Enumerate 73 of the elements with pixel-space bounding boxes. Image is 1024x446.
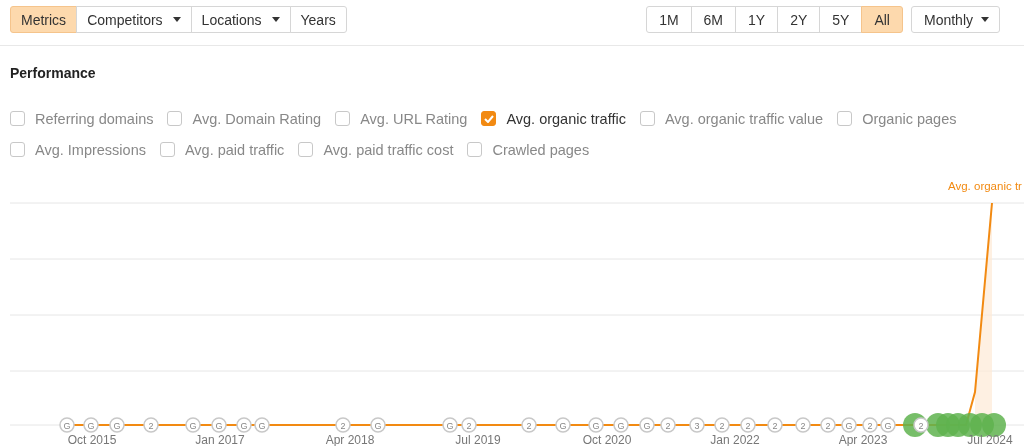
annotation-marker[interactable]: G: [588, 417, 604, 433]
checkbox-label[interactable]: Avg. Domain Rating: [192, 110, 322, 127]
annotation-marker[interactable]: 2: [660, 417, 676, 433]
annotation-marker[interactable]: G: [613, 417, 629, 433]
axis-label: Apr 2018: [325, 433, 375, 446]
view-tab[interactable]: Competitors: [76, 6, 192, 33]
axis-label: Jul 2024: [967, 433, 1013, 446]
annotation-marker[interactable]: 2: [461, 417, 477, 433]
checkbox[interactable]: [159, 142, 175, 157]
range-tab[interactable]: 2Y: [777, 6, 821, 33]
annotation-marker[interactable]: 2: [795, 417, 811, 433]
annotation-marker[interactable]: G: [639, 417, 655, 433]
annotation-marker[interactable]: G: [236, 417, 252, 433]
annotation-marker[interactable]: G: [211, 417, 227, 433]
checkbox-label[interactable]: Referring domains: [35, 110, 154, 127]
axis-label: Jan 2017: [195, 433, 245, 446]
range-tab[interactable]: 5Y: [819, 6, 863, 33]
axis-label: Apr 2023: [838, 433, 888, 446]
checkbox[interactable]: [481, 111, 497, 126]
checkbox[interactable]: [467, 142, 483, 157]
caret-icon: [981, 17, 989, 22]
annotation-marker[interactable]: G: [59, 417, 75, 433]
checkbox[interactable]: [10, 111, 25, 126]
checkbox-label[interactable]: Organic pages: [862, 110, 957, 127]
view-tab[interactable]: Metrics: [10, 6, 78, 33]
section-title: Performance: [10, 65, 97, 81]
series-label: Avg. organic tr: [948, 180, 1022, 192]
annotation-marker[interactable]: 2: [862, 417, 878, 433]
view-tab[interactable]: Years: [289, 6, 347, 33]
checkbox[interactable]: [167, 111, 183, 126]
checkbox-label[interactable]: Avg. paid traffic cost: [323, 141, 454, 158]
annotation-marker[interactable]: G: [185, 417, 201, 433]
checkbox-label[interactable]: Avg. organic traffic value: [664, 110, 824, 127]
checkbox-label[interactable]: Avg. organic traffic: [506, 110, 626, 127]
axis-label: Oct 2015: [67, 433, 117, 446]
annotation-marker[interactable]: G: [880, 417, 896, 433]
annotation-marker[interactable]: 3: [689, 417, 705, 433]
checkbox-label[interactable]: Avg. Impressions: [35, 141, 146, 158]
view-tab[interactable]: Locations: [190, 6, 291, 33]
annotation-marker[interactable]: G: [442, 417, 458, 433]
checkbox[interactable]: [335, 111, 351, 126]
range-tab[interactable]: 1Y: [735, 6, 779, 33]
range-tab[interactable]: 1M: [646, 6, 692, 33]
annotation-marker[interactable]: 2: [767, 417, 783, 433]
axis-label: Oct 2020: [582, 433, 632, 446]
checkbox[interactable]: [639, 111, 655, 126]
range-tab[interactable]: 6M: [690, 6, 737, 33]
annotation-marker[interactable]: 2: [521, 417, 537, 433]
annotation-marker[interactable]: G: [841, 417, 857, 433]
checkbox-label[interactable]: Avg. paid traffic: [184, 141, 285, 158]
annotation-marker[interactable]: G: [109, 417, 125, 433]
checkbox[interactable]: [837, 111, 853, 126]
range-tab[interactable]: All: [861, 6, 903, 33]
annotation-marker[interactable]: 2: [335, 417, 351, 433]
checkbox[interactable]: [298, 142, 314, 157]
annotation-marker[interactable]: 2: [740, 417, 756, 433]
checkbox-label[interactable]: Crawled pages: [492, 141, 590, 158]
interval-dropdown[interactable]: Monthly: [910, 6, 1000, 33]
caret-icon: [172, 17, 181, 22]
annotation-marker[interactable]: G: [370, 417, 386, 433]
annotation-marker[interactable]: 2: [714, 417, 730, 433]
annotation-marker[interactable]: 2: [143, 417, 159, 433]
annotation-marker[interactable]: G: [254, 417, 270, 433]
checkbox[interactable]: [10, 142, 25, 157]
annotation-marker[interactable]: 2: [820, 417, 836, 433]
axis-label: Jan 2022: [710, 433, 760, 446]
checkbox-label[interactable]: Avg. URL Rating: [360, 110, 468, 127]
annotation-marker[interactable]: 2: [913, 417, 929, 433]
caret-icon: [271, 17, 280, 22]
annotation-marker[interactable]: G: [555, 417, 571, 433]
event-marker[interactable]: [982, 413, 1006, 437]
axis-label: Jul 2019: [455, 433, 501, 446]
annotation-marker[interactable]: G: [83, 417, 99, 433]
